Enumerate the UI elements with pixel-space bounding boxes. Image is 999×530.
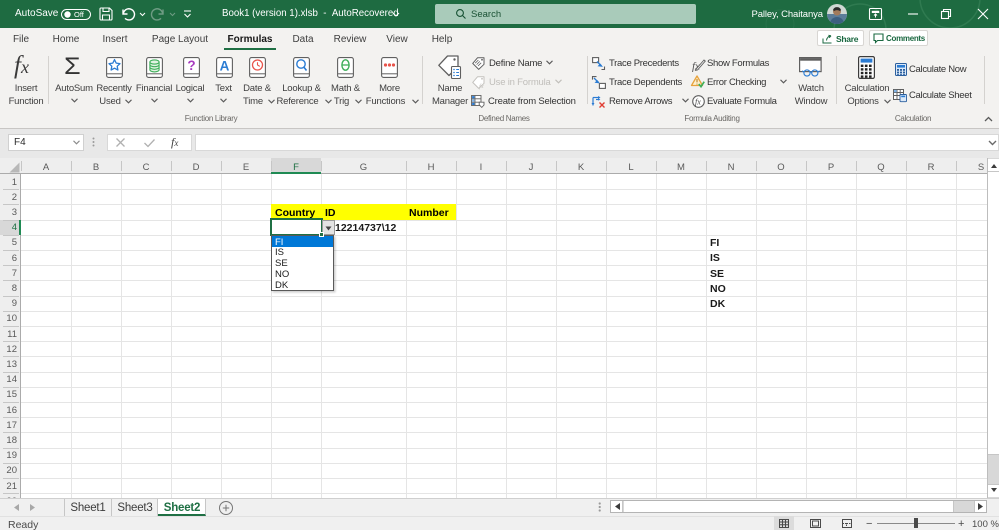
svg-text:fx: fx: [479, 83, 484, 90]
svg-text:fx: fx: [695, 98, 701, 107]
svg-text:?: ?: [187, 58, 195, 73]
svg-text:A: A: [220, 58, 230, 73]
